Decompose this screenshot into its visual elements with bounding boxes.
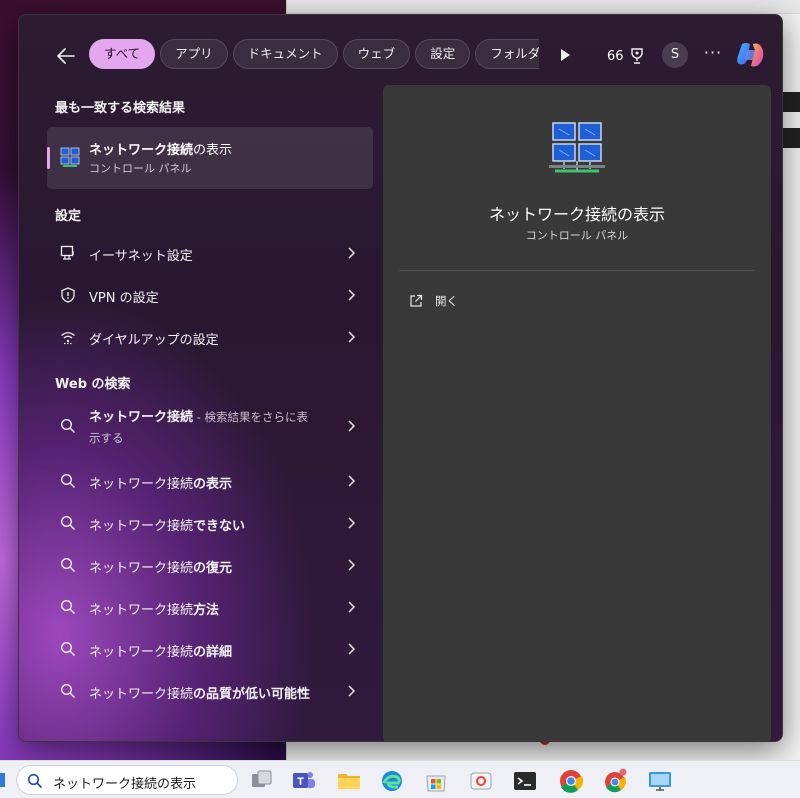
start-button[interactable] — [0, 773, 5, 787]
network-connections-icon — [549, 122, 605, 173]
chevron-right-icon — [348, 420, 356, 432]
search-flyout: すべて アプリ ドキュメント ウェブ 設定 フォルダー 写真 66 S ··· — [18, 14, 783, 742]
chip-folders[interactable]: フォルダー — [475, 39, 539, 69]
best-match-title: ネットワーク接続の表示 — [89, 143, 233, 158]
search-icon — [60, 641, 76, 657]
web-item[interactable]: ネットワーク接続の品質が低い可能性 — [47, 672, 373, 710]
edge-icon[interactable] — [379, 768, 405, 794]
more-filters-button[interactable] — [555, 45, 575, 65]
chrome-icon[interactable] — [558, 768, 584, 794]
chevron-right-icon — [348, 289, 356, 301]
web-item-label: ネットワーク接続の復元 — [89, 561, 233, 576]
points-value: 66 — [607, 48, 624, 64]
web-item-label: ネットワーク接続 - 検索結果をさらに表示する — [89, 410, 308, 445]
web-item-label: ネットワーク接続の詳細 — [89, 645, 233, 660]
play-triangle-icon — [561, 49, 570, 61]
settings-item-vpn[interactable]: VPN の設定 — [47, 276, 373, 314]
chevron-right-icon — [348, 685, 356, 697]
trophy-icon — [630, 48, 643, 64]
web-item[interactable]: ネットワーク接続方法 — [47, 588, 373, 626]
chip-all[interactable]: すべて — [89, 39, 156, 69]
web-item-label: ネットワーク接続の表示 — [89, 477, 233, 492]
settings-item-label: ダイヤルアップの設定 — [89, 333, 219, 348]
more-options-button[interactable]: ··· — [701, 43, 725, 67]
snipping-tool-icon[interactable] — [468, 768, 494, 794]
svg-text:T: T — [297, 776, 304, 788]
taskbar: ネットワーク接続の表示 T — [0, 760, 800, 798]
open-external-icon — [410, 294, 423, 307]
chevron-right-icon — [348, 601, 356, 613]
copilot-button[interactable] — [735, 40, 767, 70]
chip-settings[interactable]: 設定 — [415, 39, 471, 69]
web-item-search-more[interactable]: ネットワーク接続 - 検索結果をさらに表示する — [47, 403, 373, 449]
terminal-icon[interactable] — [512, 768, 538, 794]
search-icon — [60, 418, 76, 434]
open-action[interactable]: 開く — [409, 291, 458, 311]
search-icon — [60, 515, 76, 531]
account-avatar-button[interactable]: S — [662, 42, 688, 68]
preview-title: ネットワーク接続の表示 — [488, 205, 665, 224]
best-match-item[interactable]: ネットワーク接続の表示 コントロール パネル — [47, 127, 373, 189]
store-icon[interactable] — [423, 768, 449, 794]
search-icon — [60, 557, 76, 573]
settings-item-ethernet[interactable]: イーサネット設定 — [47, 234, 373, 272]
rewards-points[interactable]: 66 — [607, 45, 646, 67]
open-action-label: 開く — [435, 294, 458, 308]
chip-documents[interactable]: ドキュメント — [232, 39, 338, 69]
settings-heading: 設定 — [55, 209, 82, 224]
results-list: 最も一致する検索結果 ネットワーク接続の表示 コントロール パネル 設定 イーサ… — [19, 85, 381, 735]
web-item[interactable]: ネットワーク接続できない — [47, 504, 373, 542]
preview-subtitle: コントロール パネル — [525, 229, 629, 242]
copilot-icon — [737, 43, 764, 67]
selection-indicator — [47, 147, 50, 169]
web-item[interactable]: ネットワーク接続の詳細 — [47, 630, 373, 668]
network-connections-icon — [60, 147, 80, 167]
chevron-right-icon — [348, 331, 356, 343]
chevron-right-icon — [348, 475, 356, 487]
background-window-titlebar — [287, 0, 800, 14]
chip-web[interactable]: ウェブ — [342, 39, 411, 69]
settings-item-dialup[interactable]: ダイヤルアップの設定 — [47, 318, 373, 356]
back-button[interactable] — [53, 43, 79, 69]
filter-chips: すべて アプリ ドキュメント ウェブ 設定 フォルダー 写真 — [89, 39, 539, 71]
chip-apps[interactable]: アプリ — [160, 39, 228, 69]
chevron-right-icon — [348, 247, 356, 259]
taskbar-search-box[interactable]: ネットワーク接続の表示 — [16, 765, 238, 795]
search-icon — [60, 473, 76, 489]
preview-divider — [399, 270, 755, 271]
teams-icon[interactable]: T — [291, 768, 317, 794]
chevron-right-icon — [348, 559, 356, 571]
best-match-subtitle: コントロール パネル — [89, 162, 192, 175]
search-icon — [60, 683, 76, 699]
filter-bar: すべて アプリ ドキュメント ウェブ 設定 フォルダー 写真 66 S ··· — [19, 39, 782, 71]
settings-item-label: イーサネット設定 — [89, 249, 193, 264]
remote-desktop-icon[interactable] — [647, 768, 673, 794]
web-item-label: ネットワーク接続の品質が低い可能性 — [89, 687, 311, 702]
search-icon — [60, 599, 76, 615]
chevron-right-icon — [348, 643, 356, 655]
web-search-heading: Web の検索 — [55, 377, 131, 392]
taskbar-search-text: ネットワーク接続の表示 — [53, 777, 197, 792]
web-item[interactable]: ネットワーク接続の復元 — [47, 546, 373, 584]
preview-pane: ネットワーク接続の表示 コントロール パネル 開く — [383, 85, 771, 741]
best-match-heading: 最も一致する検索結果 — [55, 101, 186, 116]
ethernet-icon — [60, 245, 74, 260]
arrow-left-icon — [57, 48, 75, 64]
search-icon — [27, 773, 43, 789]
chrome-profile-icon[interactable] — [602, 768, 628, 794]
file-explorer-icon[interactable] — [336, 768, 362, 794]
web-item-label: ネットワーク接続方法 — [89, 603, 220, 618]
chevron-right-icon — [348, 517, 356, 529]
shield-icon — [61, 287, 75, 303]
web-item[interactable]: ネットワーク接続の表示 — [47, 462, 373, 500]
dialup-icon — [61, 332, 75, 345]
task-view-icon[interactable] — [249, 768, 275, 794]
settings-item-label: VPN の設定 — [89, 291, 159, 306]
web-item-label: ネットワーク接続できない — [89, 519, 246, 534]
